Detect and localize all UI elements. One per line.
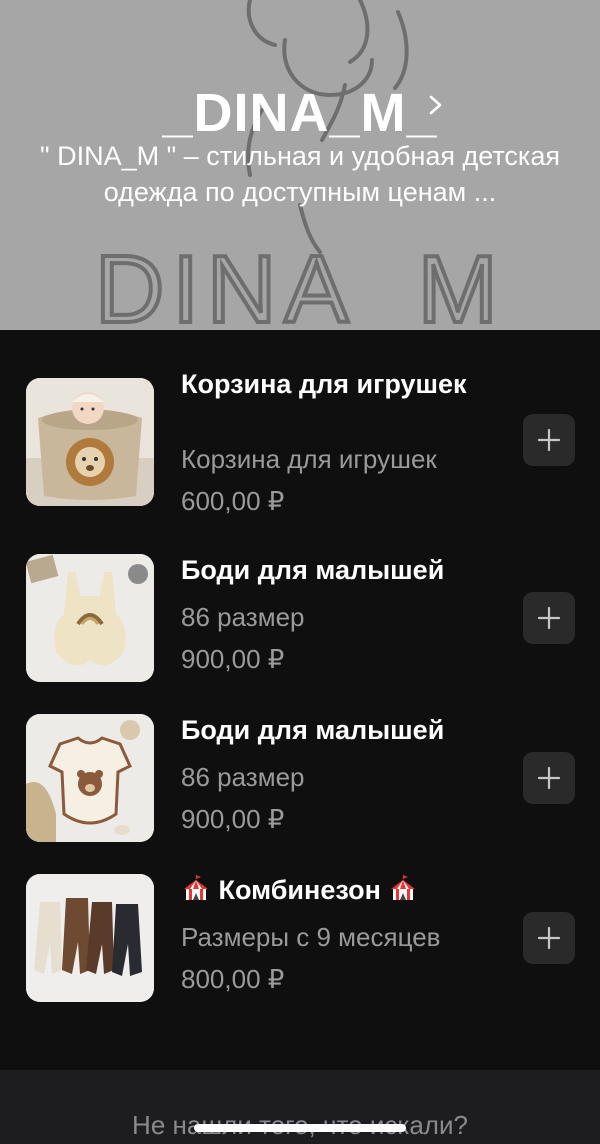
product-image-rainbow-bodysuit[interactable] [26, 554, 154, 682]
footer: Не нашли того, что искали? [0, 1070, 600, 1144]
store-description: " DINA_M " – стильная и удобная детская … [40, 141, 560, 207]
product-price: 600,00 ₽ [181, 486, 285, 516]
circus-tent-icon [391, 875, 416, 900]
store-title[interactable]: _DINA_M_ [162, 82, 437, 144]
product-title-row: Комбинезон [181, 872, 501, 908]
product-subtitle: Размеры с 9 месяцев [181, 922, 441, 952]
product-price: 800,00 ₽ [181, 964, 285, 994]
plus-icon [538, 429, 560, 451]
product-subtitle: Корзина для игрушек [181, 444, 437, 474]
product-title: Комбинезон [218, 875, 381, 905]
chevron-right-icon[interactable] [426, 95, 446, 115]
product-title: Боди для малышей [181, 555, 445, 585]
product-title: Боди для малышей [181, 715, 445, 745]
plus-icon [538, 927, 560, 949]
product-image-toy-basket[interactable] [26, 378, 154, 506]
product-item[interactable]: Корзина для игрушек Корзина для игрушек … [0, 366, 600, 526]
product-item[interactable]: Боди для малышей 86 размер 900,00 ₽ [0, 702, 600, 862]
add-to-cart-button[interactable] [523, 752, 575, 804]
product-item[interactable]: Комбинезон Размеры с 9 месяцев 800,00 ₽ [0, 862, 600, 1022]
product-title: Корзина для игрушек [181, 369, 467, 399]
add-to-cart-button[interactable] [523, 592, 575, 644]
add-to-cart-button[interactable] [523, 912, 575, 964]
product-price: 900,00 ₽ [181, 804, 285, 834]
product-image-bear-bodysuit[interactable] [26, 714, 154, 842]
product-subtitle: 86 размер [181, 762, 305, 792]
add-to-cart-button[interactable] [523, 414, 575, 466]
background-logo-text: DINA_M [95, 236, 506, 330]
product-image-overalls[interactable] [26, 874, 154, 1002]
product-subtitle: 86 размер [181, 602, 305, 632]
product-item[interactable]: Боди для малышей 86 размер 900,00 ₽ [0, 542, 600, 702]
product-price: 900,00 ₽ [181, 644, 285, 674]
plus-icon [538, 767, 560, 789]
plus-icon [538, 607, 560, 629]
product-list: Корзина для игрушек Корзина для игрушек … [0, 330, 600, 1070]
circus-tent-icon [184, 875, 208, 900]
home-indicator[interactable] [194, 1124, 406, 1132]
store-header: DINA_M _DINA_M_ " DINA_M " – стильная и … [0, 0, 600, 330]
